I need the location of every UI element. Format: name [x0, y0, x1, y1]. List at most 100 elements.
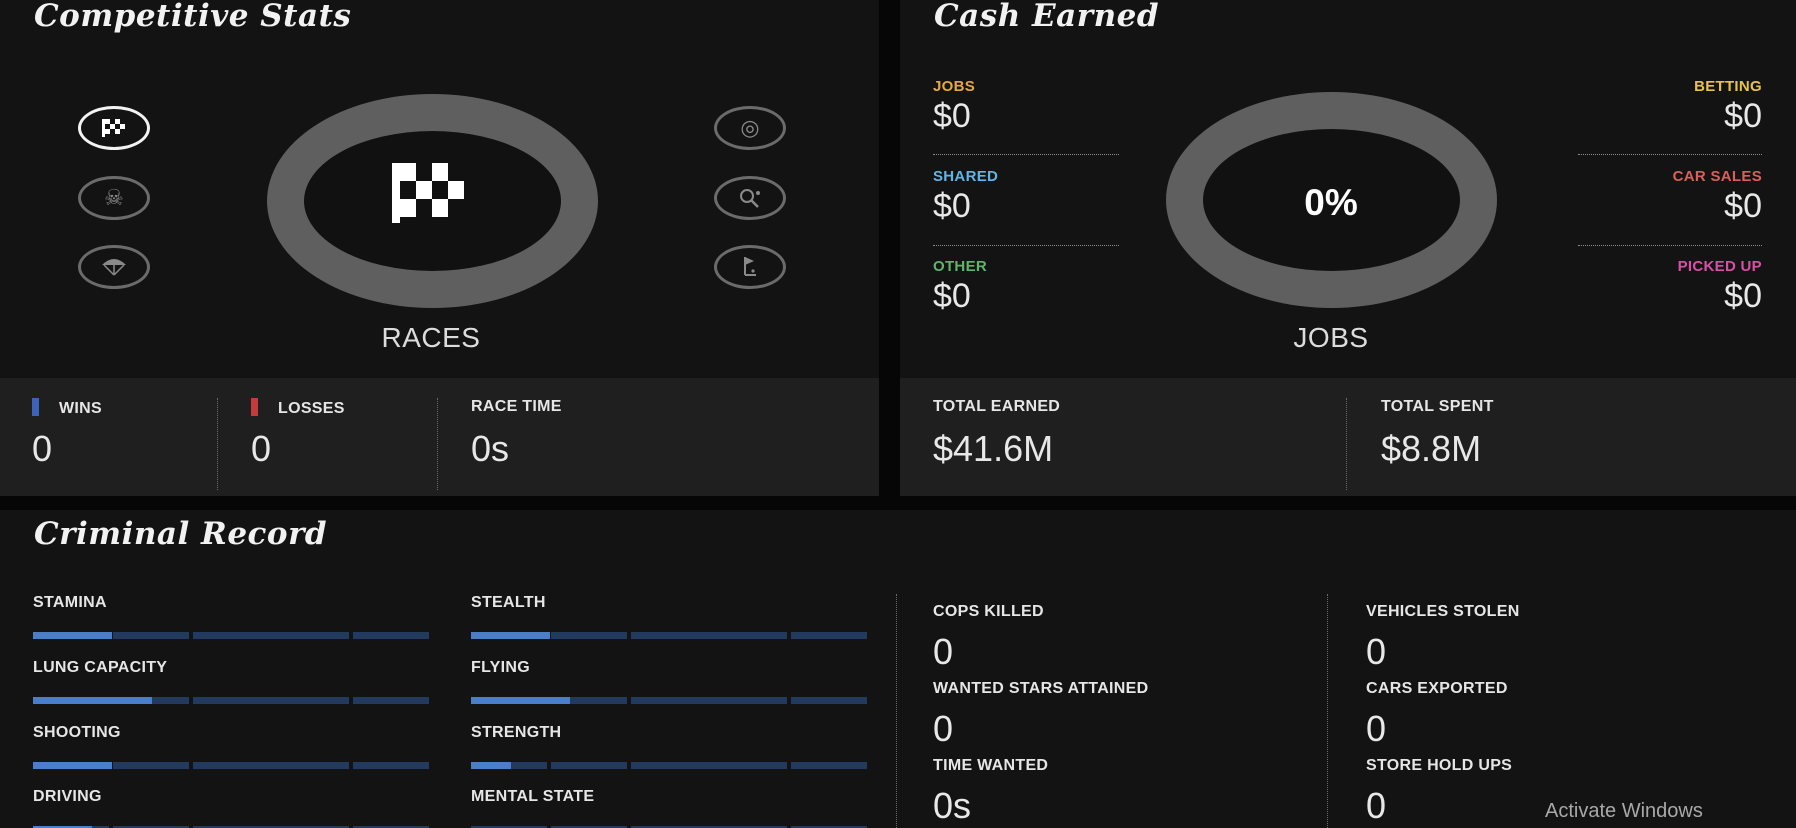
shared-value: $0 [933, 187, 971, 225]
skill-bar-segment [791, 632, 867, 639]
wins-swatch [32, 398, 39, 416]
cash-earned-panel: Cash Earned JOBS $0 SHARED $0 OTHER $0 0… [900, 0, 1796, 496]
divider [896, 594, 897, 828]
skill-bar-fill [33, 697, 152, 704]
jobs-cash: JOBS $0 [933, 78, 975, 136]
skill-label: MENTAL STATE [471, 788, 595, 805]
skill-mental-state: MENTAL STATE [471, 788, 867, 828]
skill-bar [33, 762, 429, 769]
cops-killed-value: 0 [933, 631, 954, 672]
skill-bar [471, 762, 867, 769]
divider [1346, 398, 1347, 490]
shared-cash: SHARED $0 [933, 168, 998, 226]
wanted-stars-label: WANTED STARS ATTAINED [933, 680, 1149, 697]
divider [1578, 154, 1762, 155]
criminal-record-panel: Criminal Record STAMINA STEALTH LUNG CAP… [0, 510, 1796, 828]
car-sales-label: CAR SALES [1672, 168, 1762, 185]
skill-bar-segment [631, 632, 787, 639]
other-cash: OTHER $0 [933, 258, 987, 316]
race-stats-bar: WINS 0 LOSSES 0 RACE TIME 0s [0, 378, 879, 496]
other-value: $0 [933, 277, 971, 315]
jobs-value: $0 [933, 97, 971, 135]
total-spent-value: $8.8M [1381, 428, 1482, 469]
skill-bar-segment [113, 762, 189, 769]
skill-bar [33, 697, 429, 704]
skill-stealth: STEALTH [471, 594, 867, 639]
parachute-icon[interactable] [78, 245, 150, 289]
skill-label: STEALTH [471, 594, 546, 611]
store-hold-ups-stat: STORE HOLD UPS 0 [1366, 757, 1512, 827]
target-icon[interactable]: ◎ [714, 106, 786, 150]
skill-bar-segment [791, 697, 867, 704]
skill-shooting: SHOOTING [33, 724, 429, 769]
picked-up-value: $0 [1724, 277, 1762, 315]
criminal-record-title: Criminal Record [34, 516, 328, 552]
skill-label: DRIVING [33, 788, 102, 805]
skill-bar-segment [353, 697, 429, 704]
golf-icon[interactable] [714, 245, 786, 289]
betting-cash: BETTING $0 [1520, 78, 1762, 136]
cars-exported-value: 0 [1366, 708, 1387, 749]
skill-bar-segment [631, 762, 787, 769]
wins-label: WINS [59, 400, 102, 417]
skill-lung-capacity: LUNG CAPACITY [33, 659, 429, 704]
picked-up-label: PICKED UP [1677, 258, 1762, 275]
losses-label: LOSSES [278, 400, 345, 417]
checkered-flag-large-icon [392, 163, 474, 228]
skill-bar-segment [193, 697, 349, 704]
vehicles-stolen-stat: VEHICLES STOLEN 0 [1366, 603, 1520, 673]
checkered-flag-icon[interactable] [78, 106, 150, 150]
skill-bar [471, 697, 867, 704]
divider [437, 398, 438, 490]
cops-killed-label: COPS KILLED [933, 603, 1044, 620]
skill-bar-fill [471, 632, 550, 639]
skill-bar-segment [113, 632, 189, 639]
cars-exported-stat: CARS EXPORTED 0 [1366, 680, 1508, 750]
betting-label: BETTING [1694, 78, 1762, 95]
vehicles-stolen-label: VEHICLES STOLEN [1366, 603, 1520, 620]
car-sales-cash: CAR SALES $0 [1520, 168, 1762, 226]
skill-bar-segment [791, 762, 867, 769]
total-earned-value: $41.6M [933, 428, 1054, 469]
races-label: RACES [381, 322, 481, 353]
picked-up-cash: PICKED UP $0 [1520, 258, 1762, 316]
race-time-value: 0s [471, 428, 510, 469]
wanted-stars-value: 0 [933, 708, 954, 749]
skill-label: STAMINA [33, 594, 107, 611]
skill-bar-segment [353, 632, 429, 639]
tennis-icon[interactable] [714, 176, 786, 220]
betting-value: $0 [1724, 97, 1762, 135]
total-spent-label: TOTAL SPENT [1381, 398, 1494, 415]
skill-bar-segment [631, 697, 787, 704]
skill-driving: DRIVING [33, 788, 429, 828]
activate-windows-watermark: Activate Windows [1545, 800, 1703, 822]
divider [933, 245, 1119, 246]
total-earned-label: TOTAL EARNED [933, 398, 1061, 415]
car-sales-value: $0 [1724, 187, 1762, 225]
skill-stamina: STAMINA [33, 594, 429, 639]
divider [933, 154, 1119, 155]
wins-value: 0 [32, 428, 53, 469]
store-hold-ups-value: 0 [1366, 785, 1387, 826]
competitive-stats-title: Competitive Stats [34, 0, 352, 34]
skill-label: LUNG CAPACITY [33, 659, 168, 676]
skill-bar-segment [551, 632, 627, 639]
skull-crossbones-icon[interactable]: ☠ [78, 176, 150, 220]
jobs-label-center: JOBS [1293, 322, 1369, 353]
skill-bar-segment [353, 762, 429, 769]
competitive-stats-panel: Competitive Stats ☠ RACES ◎ WINS 0 LOSSE… [0, 0, 879, 496]
divider [1578, 245, 1762, 246]
losses-swatch [251, 398, 258, 416]
jobs-percent: 0% [1304, 182, 1358, 223]
cops-killed-stat: COPS KILLED 0 [933, 603, 1044, 673]
store-hold-ups-label: STORE HOLD UPS [1366, 757, 1513, 774]
skill-bar [33, 632, 429, 639]
skill-bar-segment [193, 632, 349, 639]
time-wanted-stat: TIME WANTED 0s [933, 757, 1048, 827]
skill-bar [471, 632, 867, 639]
skill-bar-fill [33, 762, 112, 769]
skill-label: SHOOTING [33, 724, 121, 741]
skill-bar-fill [471, 762, 511, 769]
skill-bar-fill [471, 697, 570, 704]
divider [1327, 594, 1328, 828]
